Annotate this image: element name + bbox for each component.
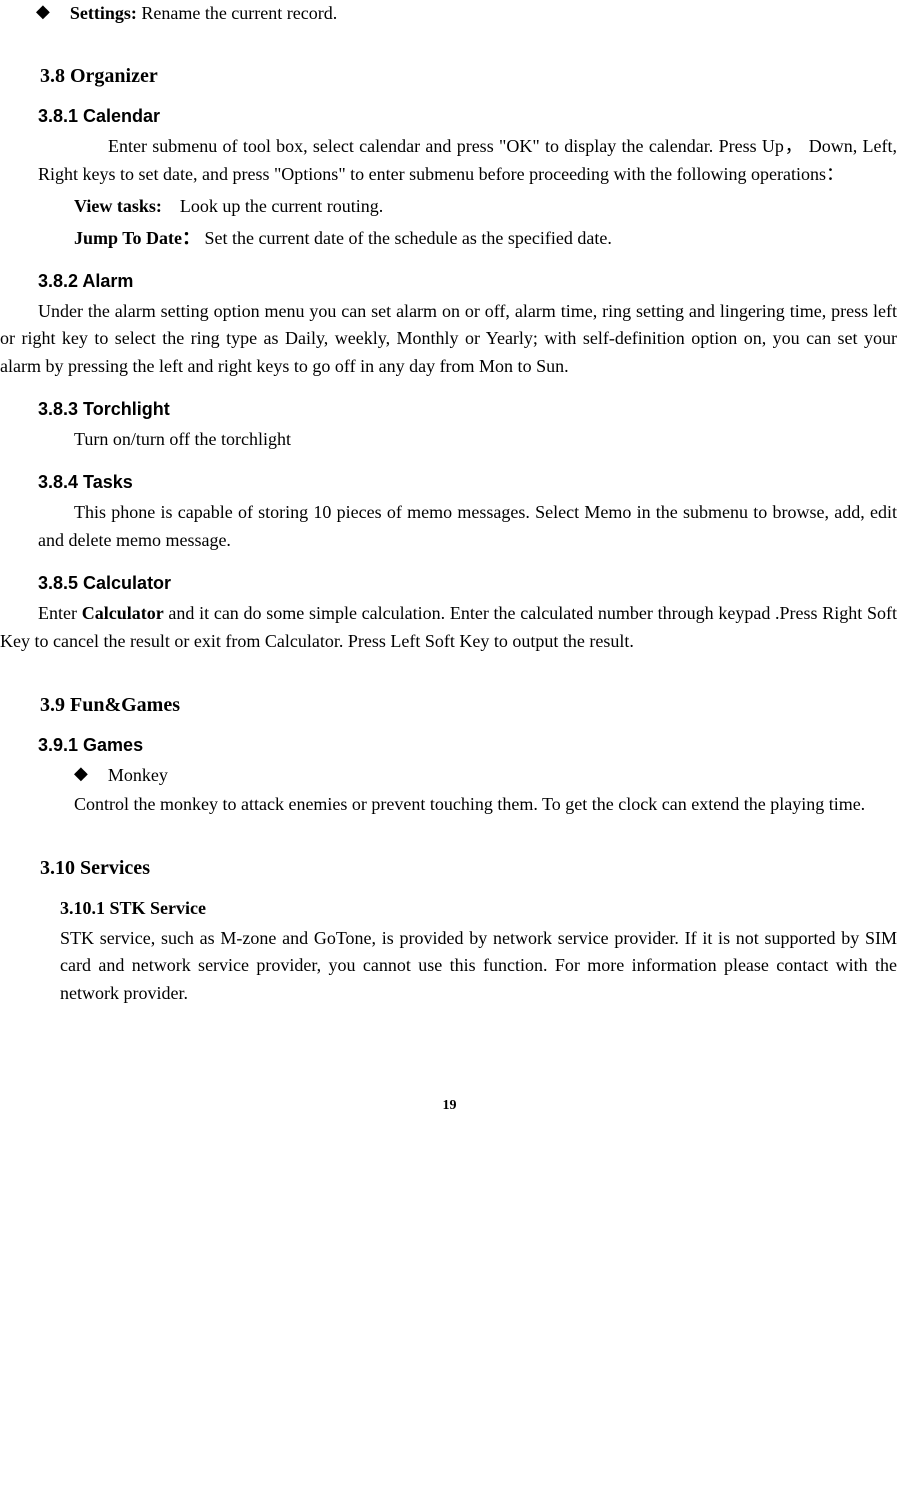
monkey-label: Monkey: [108, 762, 168, 789]
section-3-9-title: 3.9 Fun&Games: [40, 694, 899, 717]
section-3-10-1-title: 3.10.1 STK Service: [60, 898, 899, 919]
calculator-pre: Enter: [38, 603, 82, 623]
view-tasks-line: View tasks: Look up the current routing.: [74, 193, 897, 221]
settings-text: Settings: Rename the current record.: [70, 0, 337, 27]
diamond-bullet-icon: ◆: [74, 763, 88, 784]
torch-body: Turn on/turn off the torchlight: [74, 426, 897, 454]
settings-bullet-item: ◆ Settings: Rename the current record.: [36, 0, 899, 27]
section-3-8-1-title: 3.8.1 Calendar: [38, 106, 899, 127]
view-tasks-text: Look up the current routing.: [180, 196, 383, 216]
jump-to-date-line: Jump To Date： Set the current date of th…: [74, 225, 897, 253]
stk-body: STK service, such as M-zone and GoTone, …: [60, 925, 897, 1009]
calculator-body: Enter Calculator and it can do some simp…: [0, 600, 897, 656]
calculator-bold: Calculator: [82, 603, 164, 623]
diamond-bullet-icon: ◆: [36, 1, 50, 22]
view-tasks-label: View tasks:: [74, 196, 162, 216]
alarm-body: Under the alarm setting option menu you …: [0, 298, 897, 382]
monkey-body: Control the monkey to attack enemies or …: [74, 791, 897, 819]
section-3-10-title: 3.10 Services: [40, 857, 899, 880]
settings-label: Settings:: [70, 3, 137, 23]
calendar-body: Enter submenu of tool box, select calend…: [38, 133, 897, 189]
tasks-body: This phone is capable of storing 10 piec…: [38, 499, 897, 555]
section-3-8-2-title: 3.8.2 Alarm: [38, 271, 899, 292]
monkey-bullet-item: ◆ Monkey: [74, 762, 899, 789]
document-page: ◆ Settings: Rename the current record. 3…: [0, 0, 909, 1114]
section-3-8-5-title: 3.8.5 Calculator: [38, 573, 899, 594]
jump-to-date-label: Jump To Date：: [74, 228, 200, 248]
section-3-9-1-title: 3.9.1 Games: [38, 735, 899, 756]
page-number: 19: [0, 1098, 899, 1114]
section-3-8-4-title: 3.8.4 Tasks: [38, 472, 899, 493]
section-3-8-title: 3.8 Organizer: [40, 65, 899, 88]
settings-desc: Rename the current record.: [141, 3, 337, 23]
section-3-8-3-title: 3.8.3 Torchlight: [38, 399, 899, 420]
jump-to-date-text: Set the current date of the schedule as …: [205, 228, 612, 248]
